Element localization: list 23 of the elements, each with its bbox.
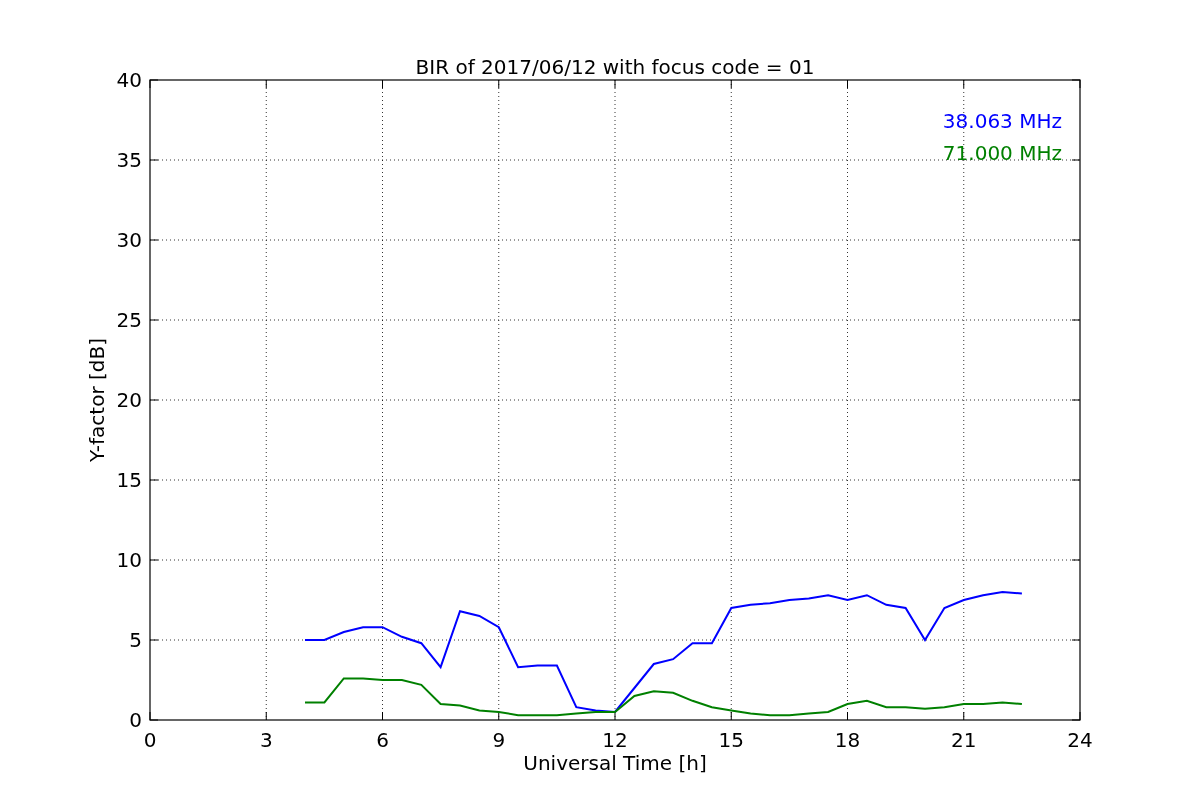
x-axis-label: Universal Time [h] [523, 751, 707, 775]
x-tick-label: 6 [376, 728, 389, 752]
legend-label: 71.000 MHz [942, 141, 1062, 165]
y-tick-label: 20 [116, 388, 142, 412]
x-tick-label: 18 [834, 728, 861, 752]
y-tick-label: 25 [116, 308, 142, 332]
y-tick-label: 15 [116, 468, 142, 492]
y-tick-label: 35 [116, 148, 142, 172]
x-tick-label: 0 [143, 728, 157, 752]
y-tick-label: 40 [116, 68, 142, 92]
x-tick-label: 21 [951, 728, 977, 752]
x-tick-label: 15 [718, 728, 744, 752]
y-tick-label: 0 [129, 708, 142, 732]
x-tick-label: 9 [492, 728, 506, 752]
y-axis-label: Y-factor [dB] [85, 338, 109, 462]
legend-label: 38.063 MHz [942, 109, 1062, 133]
x-tick-label: 12 [602, 728, 628, 752]
chart-title: BIR of 2017/06/12 with focus code = 01 [415, 55, 815, 79]
y-tick-label: 10 [116, 548, 142, 572]
x-tick-label: 3 [259, 728, 273, 752]
y-tick-label: 30 [116, 228, 142, 252]
x-tick-label: 24 [1067, 728, 1093, 752]
y-tick-label: 5 [129, 628, 142, 652]
